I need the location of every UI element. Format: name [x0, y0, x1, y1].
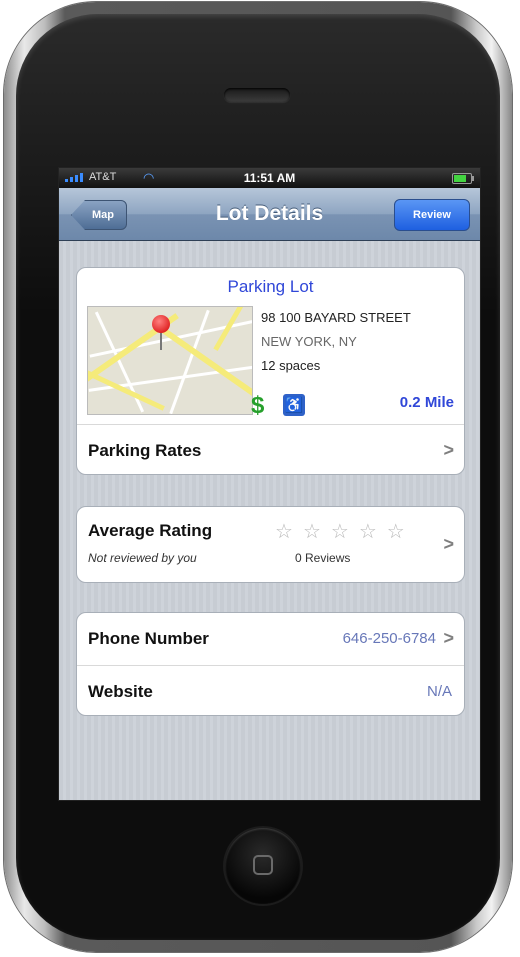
- star-icon: ☆: [386, 521, 405, 543]
- status-bar: AT&T ◠ 11:51 AM: [59, 168, 480, 188]
- dollar-icon: $: [251, 392, 265, 419]
- review-status-text: Not reviewed by you: [88, 551, 197, 565]
- phone-row[interactable]: Phone Number 646-250-6784 >: [77, 613, 464, 665]
- map-pin-icon: [152, 315, 170, 333]
- review-count: 0 Reviews: [295, 551, 351, 565]
- phone-number-link[interactable]: 646-250-6784: [343, 630, 436, 647]
- rating-group: Average Rating ☆ ☆ ☆ ☆ ☆ Not reviewed by…: [76, 506, 465, 583]
- parking-rates-label: Parking Rates: [88, 441, 202, 460]
- iphone-device-frame: AT&T ◠ 11:51 AM Map Lot Details Review P…: [4, 2, 512, 952]
- review-button[interactable]: Review: [394, 199, 470, 231]
- average-rating-row[interactable]: Average Rating ☆ ☆ ☆ ☆ ☆ Not reviewed by…: [77, 507, 464, 582]
- contact-group: Phone Number 646-250-6784 > Website N/A: [76, 612, 465, 716]
- star-icon: ☆: [302, 521, 321, 543]
- website-value: N/A: [426, 683, 452, 700]
- spaces-count: 12 spaces: [261, 358, 321, 373]
- website-label: Website: [88, 682, 153, 701]
- distance-value: 0.2 Mile: [399, 394, 454, 411]
- chevron-right-icon: >: [443, 628, 454, 648]
- lot-name: Parking Lot: [227, 277, 314, 296]
- navigation-bar: Map Lot Details Review: [59, 188, 480, 241]
- chevron-right-icon: >: [443, 534, 454, 554]
- wheelchair-icon: ♿: [283, 394, 305, 416]
- lot-map-thumbnail[interactable]: [87, 306, 253, 415]
- address-line-1: 98 100 BAYARD STREET: [261, 310, 411, 325]
- chevron-right-icon: >: [443, 440, 454, 460]
- rating-stars: ☆ ☆ ☆ ☆ ☆: [275, 519, 405, 544]
- star-icon: ☆: [358, 521, 377, 543]
- battery-icon: [452, 173, 474, 184]
- parking-rates-row[interactable]: Parking Rates >: [77, 424, 464, 474]
- home-button[interactable]: [225, 828, 301, 904]
- address-line-2: NEW YORK, NY: [261, 334, 357, 349]
- phone-label: Phone Number: [88, 629, 209, 648]
- map-pin-stick: [160, 332, 162, 350]
- status-time: 11:51 AM: [243, 171, 296, 185]
- home-square-icon: [253, 855, 273, 875]
- average-rating-label: Average Rating: [88, 521, 213, 540]
- lot-summary-row: Parking Lot 98 100 BAYARD STREET NEW YOR…: [77, 268, 464, 424]
- app-screen: AT&T ◠ 11:51 AM Map Lot Details Review P…: [58, 167, 481, 801]
- star-icon: ☆: [330, 521, 349, 543]
- lot-info-group: Parking Lot 98 100 BAYARD STREET NEW YOR…: [76, 267, 465, 475]
- earpiece-speaker: [224, 88, 290, 102]
- website-row[interactable]: Website N/A: [77, 665, 464, 715]
- star-icon: ☆: [275, 521, 293, 543]
